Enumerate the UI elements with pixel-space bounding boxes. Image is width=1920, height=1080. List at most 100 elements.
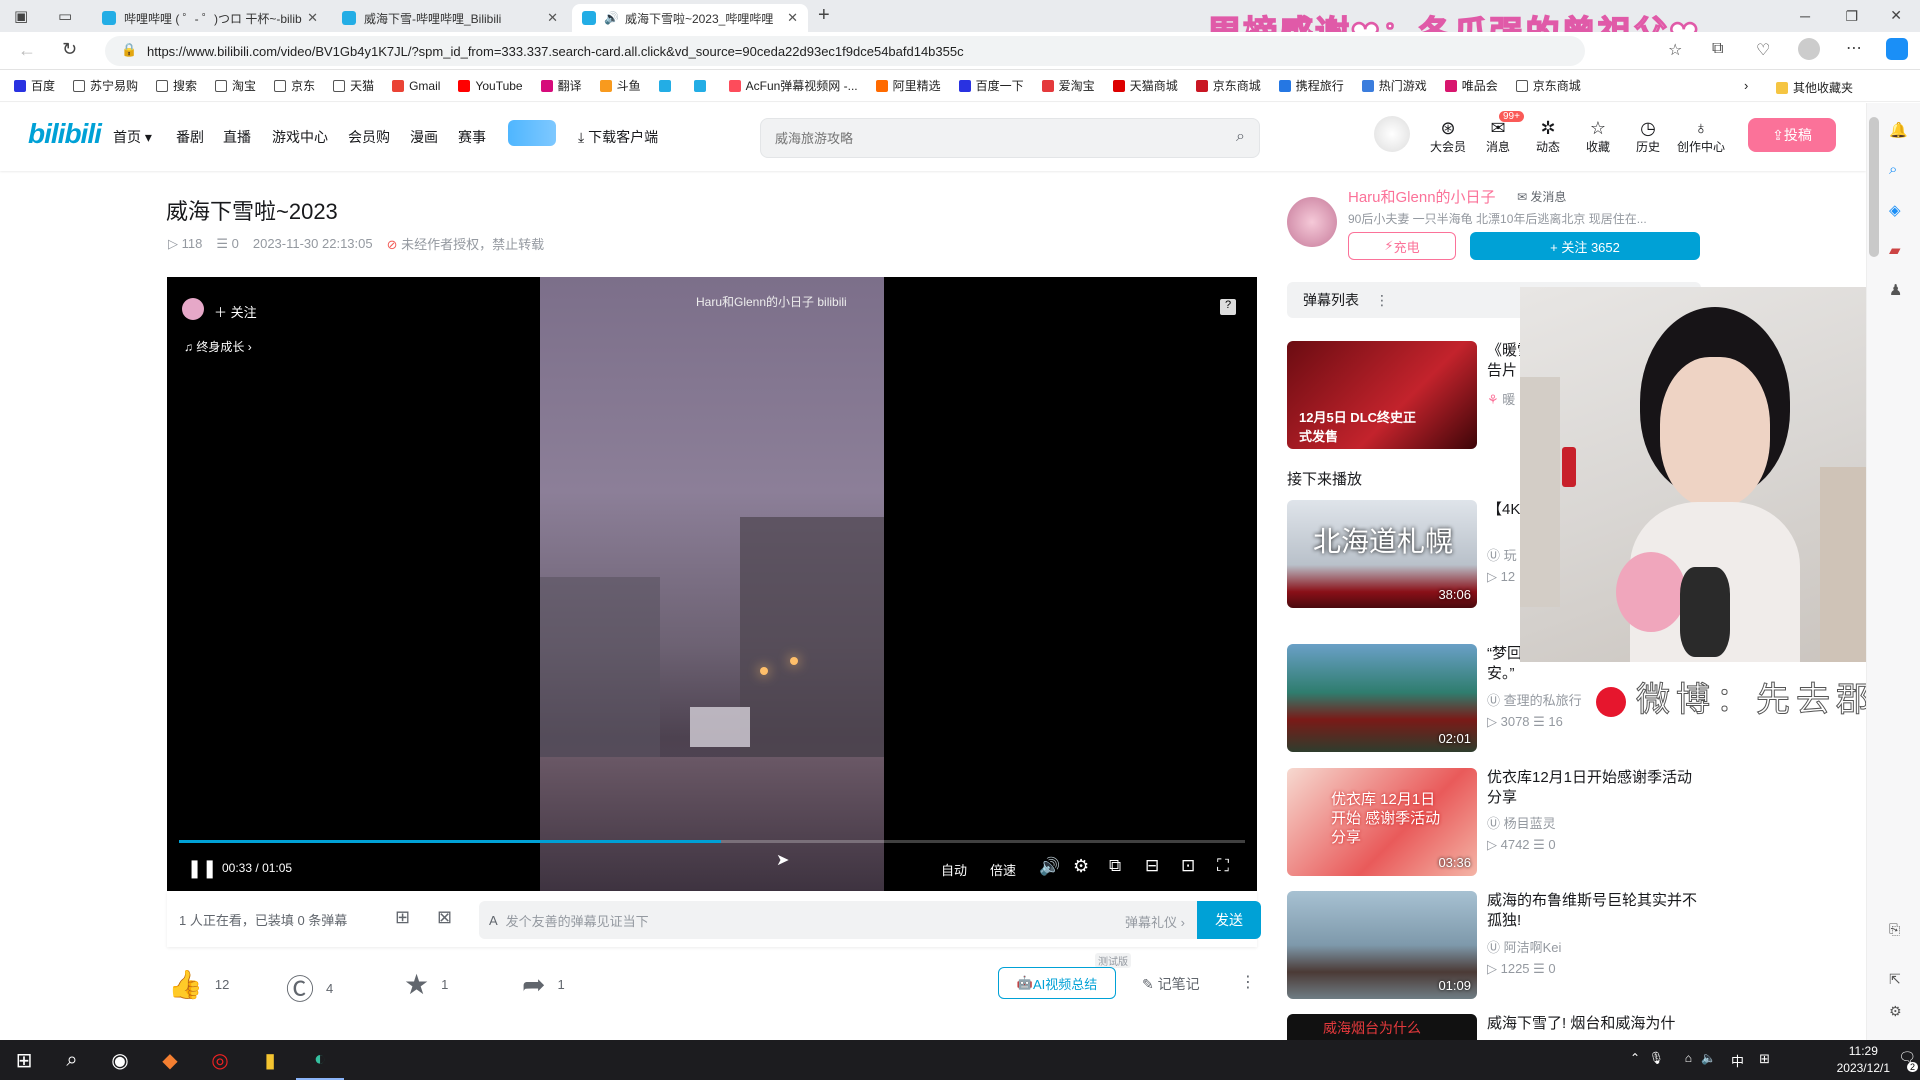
close-tab-icon[interactable]: ✕ — [547, 10, 558, 26]
nav-mall[interactable]: 会员购 — [348, 127, 390, 147]
close-tab-icon[interactable]: ✕ — [787, 10, 798, 26]
like-button[interactable]: 👍 12 — [168, 968, 229, 1001]
share-button[interactable]: ➦ 1 — [522, 968, 565, 1001]
header-favorites[interactable]: ☆ 收藏 — [1576, 118, 1620, 155]
header-vip[interactable]: ⊛ 大会员 — [1426, 118, 1470, 155]
danmaku-settings-icon[interactable]: ⊠ — [437, 907, 452, 928]
new-tab-button[interactable]: + — [818, 4, 830, 27]
player-up-avatar[interactable] — [182, 298, 204, 320]
audio-playing-icon[interactable]: 🔊 — [604, 11, 619, 25]
microphone-icon[interactable]: 🎙 — [1649, 1051, 1664, 1065]
scrollbar-thumb[interactable] — [1869, 117, 1879, 257]
ime-indicator[interactable]: 中 — [1731, 1051, 1744, 1070]
player-music-tag[interactable]: ♫ 终身成长 › — [184, 338, 252, 355]
danmaku-etiquette-link[interactable]: 弹幕礼仪 › — [1125, 912, 1185, 931]
app-fire-icon[interactable]: ◆ — [146, 1040, 194, 1080]
bookmark-jd-mall-2[interactable]: 京东商城 — [1515, 77, 1581, 94]
tray-chevron-icon[interactable]: ⌃ — [1630, 1051, 1640, 1065]
ai-summary-button[interactable]: 🤖 AI视频总结 — [998, 967, 1116, 999]
pause-button[interactable]: ❚❚ — [187, 858, 217, 879]
bookmark-aitaobao[interactable]: 爱淘宝 — [1041, 77, 1095, 94]
video-author[interactable]: Ⓤ 玩 — [1487, 545, 1517, 564]
more-menu-icon[interactable]: ⋯ — [1846, 38, 1862, 58]
address-bar[interactable]: 🔒 https://www.bilibili.com/video/BV1Gb4y… — [105, 36, 1585, 66]
bookmark-douyu[interactable]: 斗鱼 — [599, 77, 641, 94]
close-window-icon[interactable]: ✕ — [1890, 7, 1902, 24]
nav-manga[interactable]: 漫画 — [410, 127, 438, 147]
video-author[interactable]: Ⓤ 查理的私旅行 — [1487, 690, 1582, 709]
video-title-link[interactable]: 威海下雪了! 烟台和威海为什 — [1487, 1014, 1697, 1034]
video-title-link[interactable]: 优衣库12月1日开始感谢季活动分享 — [1487, 768, 1697, 808]
external-link-icon[interactable]: ⇱ — [1889, 971, 1901, 988]
danmaku-toggle-icon[interactable]: ⊞ — [395, 907, 410, 928]
bookmark-tmall-mall[interactable]: 天猫商城 — [1112, 77, 1178, 94]
header-history[interactable]: ◷ 历史 — [1626, 118, 1670, 155]
search-icon[interactable]: ⌕ — [1236, 128, 1245, 146]
search-icon[interactable]: ⌕ — [1889, 161, 1897, 178]
bookmarks-overflow-icon[interactable]: › — [1744, 78, 1748, 93]
nav-download-client[interactable]: ⤓ 下载客户端 — [578, 127, 658, 147]
nav-home[interactable]: 首页 ▾ — [113, 127, 152, 147]
refresh-icon[interactable]: ↻ — [62, 39, 77, 60]
header-dynamic[interactable]: ✲ 动态 — [1526, 118, 1570, 155]
restore-icon[interactable]: ❐ — [1845, 8, 1858, 25]
bookmark-taobao[interactable]: 淘宝 — [215, 77, 256, 94]
search-input[interactable] — [761, 119, 1201, 157]
other-bookmarks-folder[interactable]: 其他收藏夹 — [1776, 79, 1853, 96]
bookmark-bilibili-2[interactable] — [693, 79, 711, 92]
user-avatar[interactable] — [1374, 116, 1410, 152]
event-banner-icon[interactable] — [508, 120, 556, 146]
video-thumbnail[interactable]: 01:09 — [1287, 891, 1477, 999]
follow-button[interactable]: + 关注 3652 — [1470, 232, 1700, 260]
video-title-link[interactable]: 威海的布鲁维斯号巨轮其实并不孤独! — [1487, 891, 1697, 931]
favorites-icon[interactable]: ☆ — [1668, 40, 1682, 60]
charge-button[interactable]: ⚡ 充电 — [1348, 232, 1456, 260]
bookmark-ctrip[interactable]: 携程旅行 — [1278, 77, 1344, 94]
notification-bell-icon[interactable]: 🔔 — [1889, 121, 1908, 139]
taskbar-search-icon[interactable]: ⌕ — [48, 1040, 96, 1080]
profile-avatar[interactable] — [1798, 38, 1820, 60]
bookmark-translate[interactable]: 翻译 — [540, 77, 582, 94]
minimize-icon[interactable]: ─ — [1800, 8, 1810, 24]
quality-button[interactable]: 自动 — [941, 860, 967, 879]
notes-button[interactable]: ✎ 记笔记 — [1142, 974, 1200, 994]
header-messages[interactable]: ✉ 消息 — [1476, 118, 1520, 155]
wide-mode-icon[interactable]: ⊟ — [1145, 856, 1159, 876]
volume-icon[interactable]: 🔊 — [1039, 857, 1060, 877]
bookmark-baidu[interactable]: 百度 — [14, 77, 55, 94]
web-fullscreen-icon[interactable]: ⊡ — [1181, 856, 1195, 876]
bookmark-vip[interactable]: 唯品会 — [1444, 77, 1498, 94]
bookmark-tmall[interactable]: 天猫 — [333, 77, 374, 94]
header-creator-center[interactable]: ♁ 创作中心 — [1676, 118, 1726, 155]
bookmark-games[interactable]: 热门游戏 — [1361, 77, 1427, 94]
nav-anime[interactable]: 番剧 — [176, 127, 204, 147]
upload-button[interactable]: ⇪ 投稿 — [1748, 118, 1836, 152]
bookmark-gmail[interactable]: Gmail — [392, 79, 440, 93]
speaker-icon[interactable]: 🔈 — [1701, 1051, 1716, 1065]
windows-start-icon[interactable]: ⊞ — [0, 1040, 48, 1080]
send-message-link[interactable]: ✉ 发消息 — [1517, 188, 1566, 205]
help-icon[interactable]: ? — [1220, 299, 1236, 315]
ad-thumbnail[interactable]: 12月5日 DLC终史正式发售 — [1287, 341, 1477, 449]
text-style-icon[interactable]: A — [489, 913, 498, 928]
bookmark-jd[interactable]: 京东 — [274, 77, 315, 94]
bookmark-ali[interactable]: 阿里精选 — [875, 77, 941, 94]
video-thumbnail[interactable]: 优衣库 12月1日开始 感谢季活动分享 03:36 — [1287, 768, 1477, 876]
bookmark-suning[interactable]: 苏宁易购 — [73, 77, 138, 94]
netease-music-icon[interactable]: ◎ — [196, 1040, 244, 1080]
games-icon[interactable]: ♟ — [1889, 281, 1902, 299]
nav-esports[interactable]: 赛事 — [458, 127, 486, 147]
video-thumbnail[interactable]: 北海道札幌 38:06 — [1287, 500, 1477, 608]
video-thumbnail[interactable]: 威海烟台为什么 — [1287, 1014, 1477, 1040]
more-icon[interactable]: ⋮ — [1375, 292, 1389, 309]
screenshot-icon[interactable]: ⎘ — [1889, 921, 1900, 938]
bookmark-bilibili-1[interactable] — [658, 79, 676, 92]
network-icon[interactable]: ⌂ — [1685, 1051, 1692, 1065]
player-follow-button[interactable]: ＋ 关注 — [214, 302, 257, 321]
send-danmaku-button[interactable]: 发送 — [1197, 901, 1261, 939]
uploader-avatar[interactable] — [1287, 197, 1337, 247]
workspaces-icon[interactable]: ▣ — [14, 7, 28, 25]
tab-video-active[interactable]: 🔊 威海下雪啦~2023_哔哩哔哩 ✕ — [572, 4, 808, 32]
tab-actions-icon[interactable]: ▭ — [58, 7, 72, 25]
pip-icon[interactable]: ⧉ — [1109, 856, 1121, 876]
